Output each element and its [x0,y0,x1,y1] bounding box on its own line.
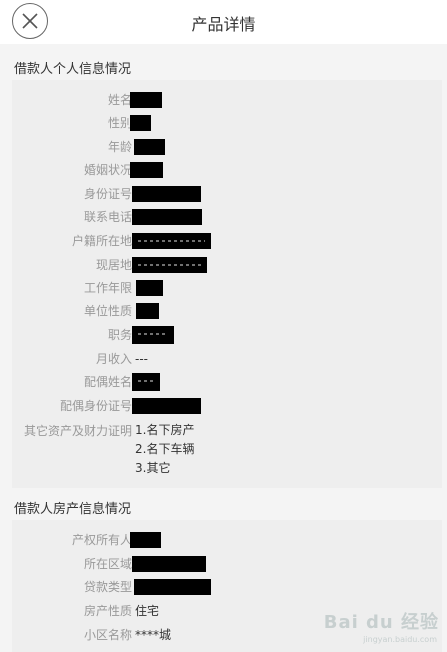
redacted-value [132,209,202,225]
field-row-monthly-income: 月收入 --- [12,349,442,369]
field-label: 年龄 [107,140,132,154]
redacted-value [134,139,165,155]
field-row-work-years: 工作年限 [12,278,442,298]
field-label: 姓名 [107,93,132,107]
field-row-spouse-name: 配偶姓名 [12,372,442,392]
field-label: 所在区域 [83,557,132,571]
field-row-gender: 性别 [12,113,442,133]
field-label: 现居地 [95,258,132,272]
field-row-name: 姓名 [12,90,442,110]
field-row-loan-type: 贷款类型 [12,577,442,597]
field-label: 产权所有人 [71,533,132,547]
page-title: 产品详情 [191,15,256,34]
field-row-marital-status: 婚姻状况 [12,160,442,180]
field-label: 配偶身份证号 [59,399,132,413]
field-label: 单位性质 [83,304,132,318]
field-label: 工作年限 [83,281,132,295]
watermark: Bai du 经验 jingyan.baidu.com [319,604,439,644]
field-value: 住宅 [135,604,160,618]
redacted-value [136,303,159,319]
field-row-spouse-id-number: 配偶身份证号 [12,396,442,416]
redacted-value [132,326,174,344]
redacted-value [136,280,163,296]
field-label: 贷款类型 [83,580,132,594]
field-row-other-assets: 其它资产及财力证明 1.名下房产 2.名下车辆 3.其它 [12,421,442,481]
field-label: 职务 [107,328,132,342]
field-row-age: 年龄 [12,137,442,157]
redacted-value [132,186,201,202]
field-label: 性别 [107,116,132,130]
asset-list: 1.名下房产 2.名下车辆 3.其它 [135,421,194,478]
field-row-region: 所在区域 [12,554,442,574]
field-row-id-number: 身份证号 [12,184,442,204]
asset-item: 2.名下车辆 [135,442,195,456]
field-row-property-owner: 产权所有人 [12,530,442,550]
field-label: 身份证号 [83,187,132,201]
redacted-value [130,115,151,131]
redacted-value [130,162,163,178]
field-row-phone: 联系电话 [12,207,442,227]
redacted-value [134,579,211,595]
field-label: 小区名称 [83,628,132,642]
field-label: 户籍所在地 [71,234,132,248]
redacted-value [130,532,161,548]
field-row-position: 职务 [12,325,442,345]
asset-item: 1.名下房产 [135,423,195,437]
redacted-value [132,233,211,249]
field-label: 配偶姓名 [83,375,132,389]
redacted-value [132,398,201,414]
watermark-text: Bai du 经验 [323,612,439,633]
field-label: 月收入 [95,352,132,366]
redacted-value [132,257,207,273]
field-value: --- [135,352,148,366]
top-bar: 产品详情 [0,0,447,44]
asset-item: 3.其它 [135,461,171,475]
field-row-employer-type: 单位性质 [12,301,442,321]
borrower-section-title: 借款人个人信息情况 [14,62,132,77]
watermark-subtext: jingyan.baidu.com [363,635,437,644]
field-row-household-register: 户籍所在地 [12,231,442,251]
field-label: 房产性质 [83,604,132,618]
field-value: ****城 [135,628,172,642]
property-section-title: 借款人房产信息情况 [14,502,132,517]
product-detail-page: 产品详情 借款人个人信息情况 姓名 性别 年龄 婚姻状况 身份证号 联系电话 户… [0,0,447,652]
borrower-info-card: 姓名 性别 年龄 婚姻状况 身份证号 联系电话 户籍所在地 现居地 工作年限 单… [12,80,442,488]
field-row-current-address: 现居地 [12,255,442,275]
redacted-value [132,373,160,391]
field-label: 其它资产及财力证明 [23,424,132,438]
field-label: 联系电话 [83,210,132,224]
redacted-value [132,556,206,572]
field-label: 婚姻状况 [83,163,132,177]
redacted-value [130,92,162,108]
